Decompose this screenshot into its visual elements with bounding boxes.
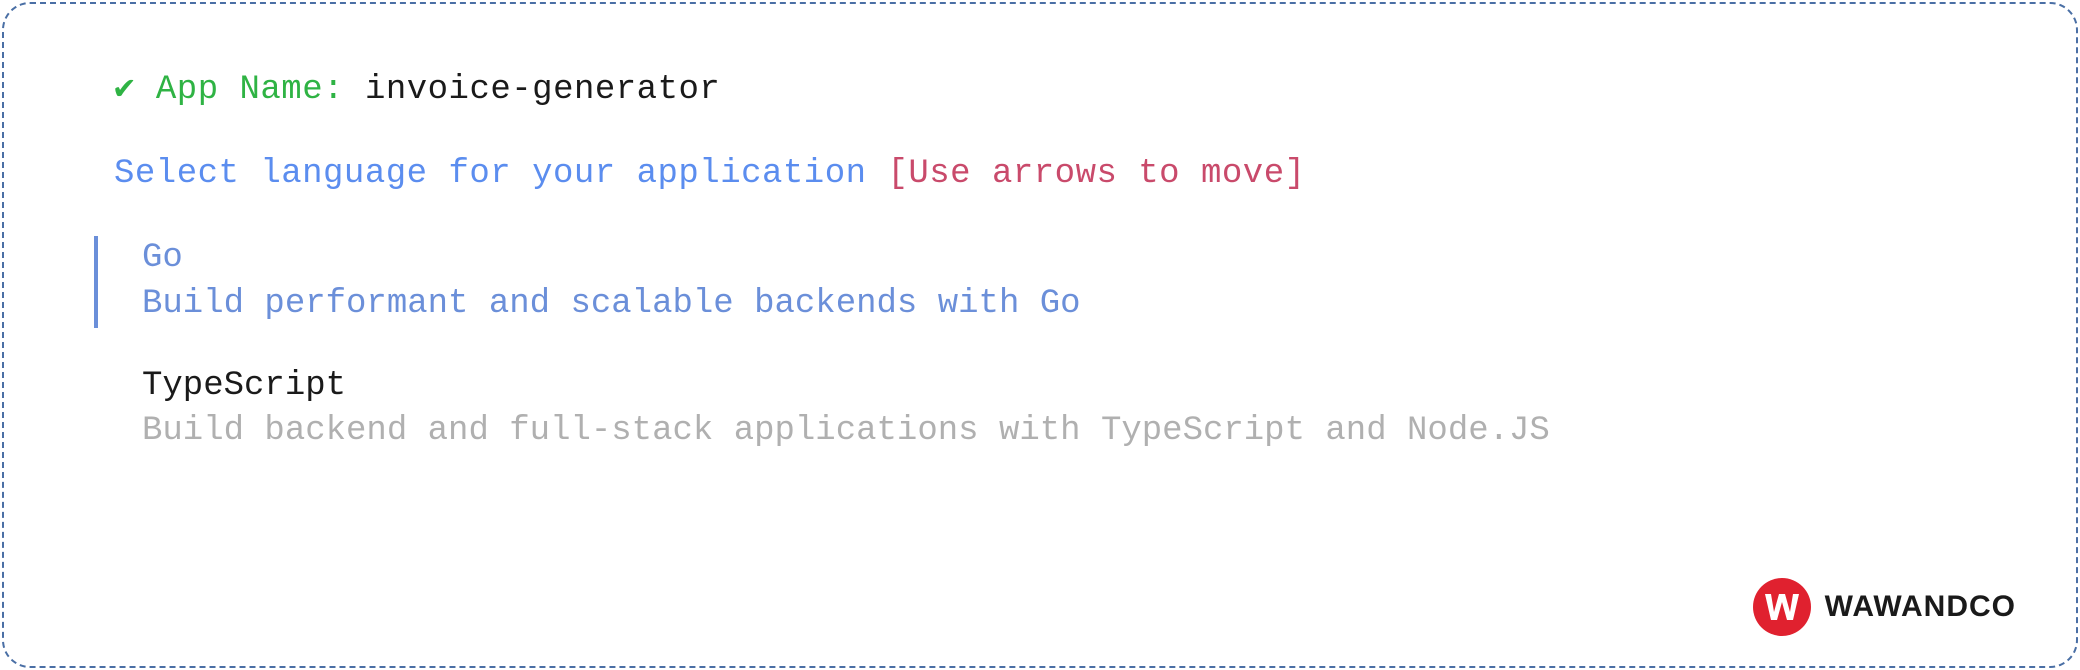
option-description: Build performant and scalable backends w…	[142, 282, 1976, 328]
prompt-hint: [Use arrows to move]	[887, 155, 1305, 193]
prompt-text: Select language for your application	[114, 155, 867, 193]
option-name: TypeScript	[142, 364, 1976, 410]
app-name-line: ✔ App Name: invoice-generator	[114, 68, 1976, 114]
terminal-panel: ✔ App Name: invoice-generator Select lan…	[2, 2, 2078, 668]
option-typescript[interactable]: TypeScript Build backend and full-stack …	[94, 364, 1976, 456]
app-name-value: invoice-generator	[365, 71, 720, 109]
option-go[interactable]: Go Build performant and scalable backend…	[94, 236, 1976, 328]
option-description: Build backend and full-stack application…	[142, 409, 1976, 455]
brand-badge: WAWANDCO	[1753, 578, 2016, 636]
check-icon: ✔	[114, 71, 135, 109]
brand-logo-icon	[1753, 578, 1811, 636]
prompt-line: Select language for your application [Us…	[114, 152, 1976, 198]
option-name: Go	[142, 236, 1976, 282]
app-name-label: App Name:	[156, 71, 344, 109]
language-options: Go Build performant and scalable backend…	[94, 236, 1976, 456]
brand-name: WAWANDCO	[1825, 590, 2016, 624]
